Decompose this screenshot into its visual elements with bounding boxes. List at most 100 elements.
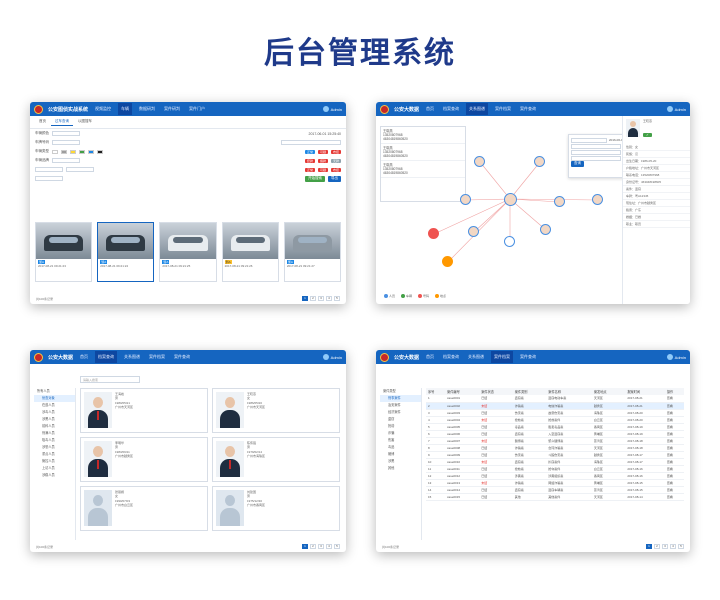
- nav-item[interactable]: 关系图谱: [122, 354, 142, 360]
- filter-input[interactable]: [571, 143, 621, 149]
- date-field[interactable]: 2017-06-01 15:25:40: [309, 132, 342, 136]
- search-button[interactable]: 开始搜索: [305, 175, 325, 182]
- tree-node[interactable]: 涉恐人员: [34, 444, 75, 451]
- legend-item[interactable]: 号码: [418, 294, 429, 298]
- filter-chip[interactable]: 正常: [304, 167, 315, 172]
- person-node[interactable]: [554, 196, 565, 207]
- page-button[interactable]: 2: [654, 544, 660, 549]
- table-row[interactable]: 12 case0012 已结 涉黑案 涉黑组织案 番禺区 2017-08-16 查看: [426, 472, 684, 480]
- table-row[interactable]: 6 case0006 已结 盗窃案 入室盗窃案 黄埔区 2017-08-19 查看: [426, 430, 684, 438]
- tree-node[interactable]: 案件类型: [380, 388, 421, 395]
- filter-chip[interactable]: 布控: [330, 167, 341, 172]
- tree-node[interactable]: 治安案件: [380, 402, 421, 409]
- page-button[interactable]: 3: [662, 544, 668, 549]
- tree-node[interactable]: 侦查对象: [34, 395, 75, 402]
- column-header[interactable]: 案件类别: [512, 388, 547, 395]
- nav-item[interactable]: 数据研判: [137, 106, 157, 112]
- filter-input[interactable]: [52, 158, 80, 163]
- tree-node[interactable]: 诈骗: [380, 430, 421, 437]
- nav-item[interactable]: 案件研判: [162, 106, 182, 112]
- nav-item[interactable]: 视频监控: [93, 106, 113, 112]
- nav-item[interactable]: 档案查询: [441, 354, 461, 360]
- filter-input[interactable]: [35, 167, 63, 172]
- view-link[interactable]: 查看: [664, 416, 684, 424]
- vehicle-card[interactable]: 浙A 2017-08-21 09:21:24: [97, 222, 155, 282]
- table-row[interactable]: 13 case0013 未结 诈骗案 网络诈骗案 黄埔区 2017-08-15 查看: [426, 479, 684, 487]
- filter-chip[interactable]: 无牌: [330, 158, 341, 163]
- page-button[interactable]: 5: [678, 544, 684, 549]
- tree-node[interactable]: 上访人员: [34, 465, 75, 472]
- column-header[interactable]: 报案时间: [625, 388, 665, 395]
- nav-item[interactable]: 关系图谱: [466, 354, 486, 360]
- tab-vehicle-pass[interactable]: 过车查询: [51, 118, 73, 126]
- page-button[interactable]: 2: [310, 296, 316, 301]
- breadcrumb[interactable]: 首页: [35, 118, 50, 126]
- column-header[interactable]: 操作: [664, 388, 684, 395]
- color-swatch[interactable]: [61, 149, 67, 154]
- tab-image-search[interactable]: 以图搜车: [74, 118, 96, 126]
- tree-node[interactable]: 其他: [380, 465, 421, 472]
- nav-item[interactable]: 首页: [78, 354, 90, 360]
- color-swatch[interactable]: [88, 149, 94, 154]
- filter-chip[interactable]: 可疑: [317, 149, 328, 154]
- page-button[interactable]: 1: [302, 296, 308, 301]
- filter-input[interactable]: [66, 167, 94, 172]
- user-menu[interactable]: Admin: [666, 354, 686, 360]
- page-button[interactable]: 1: [646, 544, 652, 549]
- person-node[interactable]: [504, 193, 517, 206]
- view-link[interactable]: 查看: [664, 451, 684, 459]
- table-row[interactable]: 9 case0009 已结 伤害案 斗殴伤害案 越秀区 2017-08-17 查看: [426, 451, 684, 459]
- table-row[interactable]: 5 case0005 已结 毒品案 贩卖毒品案 番禺区 2017-08-19 查看: [426, 423, 684, 431]
- view-link[interactable]: 查看: [664, 409, 684, 417]
- person-node[interactable]: [468, 226, 479, 237]
- column-header[interactable]: 案件名称: [546, 388, 592, 395]
- table-row[interactable]: 14 case0014 已结 盗窃案 盗窃车辆案 荔湾区 2017-08-15 查看: [426, 486, 684, 494]
- color-swatch[interactable]: [70, 149, 76, 154]
- tree-node[interactable]: 重点人员: [34, 451, 75, 458]
- person-card[interactable]: 陈伟强男 1979/02/14 广州市海珠区: [212, 437, 340, 482]
- tree-node[interactable]: 前科人员: [34, 423, 75, 430]
- person-card[interactable]: 王海峰男 1980/05/21 广州市天河区: [80, 388, 208, 433]
- column-header[interactable]: 案件编号: [445, 388, 480, 395]
- view-link[interactable]: 查看: [664, 423, 684, 431]
- filter-chip[interactable]: 套牌: [304, 158, 315, 163]
- table-row[interactable]: 1 case0001 已结 盗窃案 盗窃电动车案 天河区 2017-08-21 查看: [426, 395, 684, 403]
- legend-item[interactable]: 地点: [435, 294, 446, 298]
- view-link[interactable]: 查看: [664, 395, 684, 403]
- view-link[interactable]: 查看: [664, 465, 684, 473]
- table-row[interactable]: 11 case0011 已结 抢劫案 抢夺案件 白云区 2017-08-16 查看: [426, 465, 684, 473]
- tree-node[interactable]: 管控人员: [34, 458, 75, 465]
- page-button[interactable]: 3: [318, 296, 324, 301]
- person-node[interactable]: [474, 156, 485, 167]
- nav-item[interactable]: 案件档案: [147, 354, 167, 360]
- person-node[interactable]: [540, 224, 551, 235]
- tree-node[interactable]: 赌博: [380, 451, 421, 458]
- table-row[interactable]: 10 case0010 未结 盗窃案 扒窃案件 海珠区 2017-08-17 查看: [426, 458, 684, 466]
- person-node[interactable]: [460, 194, 471, 205]
- view-link[interactable]: 查看: [664, 472, 684, 480]
- view-link[interactable]: 查看: [664, 458, 684, 466]
- nav-item[interactable]: 案件查询: [518, 354, 538, 360]
- person-node[interactable]: [592, 194, 603, 205]
- popup-query-button[interactable]: 查询: [571, 161, 584, 167]
- tree-node[interactable]: 伤害: [380, 437, 421, 444]
- archive-button[interactable]: ✓: [643, 133, 652, 138]
- nav-item[interactable]: 档案查询: [95, 351, 118, 363]
- phone-node[interactable]: [428, 228, 439, 239]
- table-row[interactable]: 7 case0007 未结 赌博案 聚众赌博案 荔湾区 2017-08-18 查看: [426, 437, 684, 445]
- table-row[interactable]: 2 case0002 未结 诈骗案 电信诈骗案 越秀区 2017-08-21 查看: [426, 402, 684, 410]
- tree-node[interactable]: 涉黑人员: [34, 416, 75, 423]
- filter-input[interactable]: [52, 131, 80, 136]
- view-link[interactable]: 查看: [664, 444, 684, 452]
- search-input[interactable]: 请输入搜索: [80, 376, 140, 383]
- vehicle-card[interactable]: 浙A 2017-08-21 09:21:26: [221, 222, 279, 282]
- color-swatch[interactable]: [52, 149, 58, 154]
- page-button[interactable]: 3: [318, 544, 324, 549]
- table-row[interactable]: 4 case0004 未结 抢劫案 抢劫案件 白云区 2017-08-20 查看: [426, 416, 684, 424]
- color-swatch[interactable]: [97, 149, 103, 154]
- page-button[interactable]: 1: [302, 544, 308, 549]
- tree-node[interactable]: 刑事案件: [380, 395, 421, 402]
- export-button[interactable]: 导出: [328, 175, 341, 182]
- view-link[interactable]: 查看: [664, 402, 684, 410]
- nav-item[interactable]: 案件查询: [172, 354, 192, 360]
